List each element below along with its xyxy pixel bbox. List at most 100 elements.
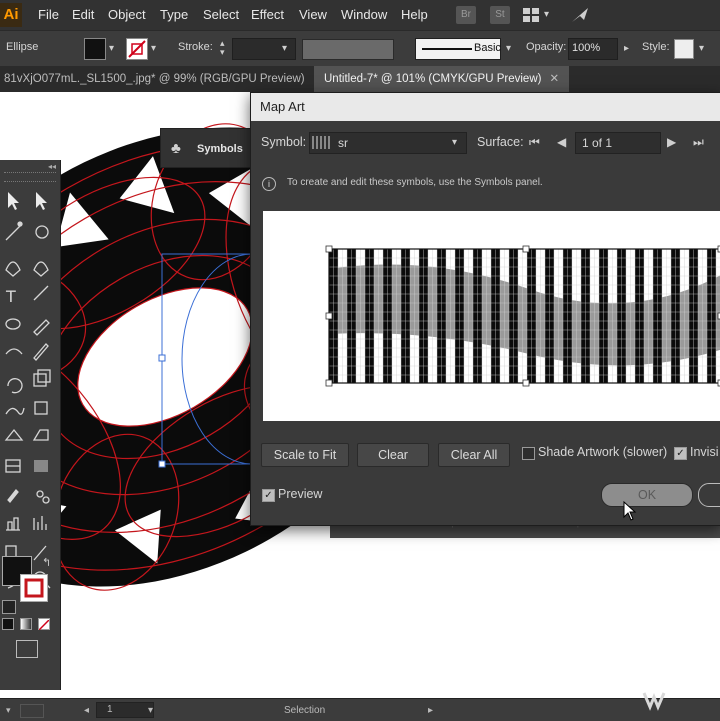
panel-collapse-icon[interactable]: ◂◂ <box>4 162 56 171</box>
chevron-down-icon[interactable]: ▾ <box>282 43 287 54</box>
club-icon: ♣ <box>171 140 181 157</box>
brush-stroke-preview <box>422 48 472 50</box>
info-icon: i <box>262 177 276 191</box>
previous-surface-icon[interactable]: ◀ <box>557 135 566 149</box>
selection-handle[interactable] <box>325 245 333 253</box>
menu-object[interactable]: Object <box>108 0 146 30</box>
selection-handle[interactable] <box>522 245 530 253</box>
surface-label: Surface: <box>477 135 524 149</box>
stroke-dropdown-chevron[interactable]: ▾ <box>151 43 156 54</box>
chevron-down-icon[interactable]: ▾ <box>6 705 11 716</box>
menu-help[interactable]: Help <box>401 0 428 30</box>
brush-label: Basic <box>474 42 501 54</box>
dialog-title[interactable]: Map Art <box>251 93 720 121</box>
menu-edit[interactable]: Edit <box>72 0 94 30</box>
surface-value: 1 of 1 <box>582 136 613 150</box>
info-text: To create and edit these symbols, use th… <box>287 177 543 188</box>
chevron-down-icon[interactable]: ▾ <box>148 705 153 716</box>
selection-handle[interactable] <box>522 379 530 387</box>
clear-all-button[interactable]: Clear All <box>438 443 510 467</box>
opacity-field[interactable]: 100% <box>568 38 618 60</box>
brush-definition[interactable]: Basic <box>415 38 501 60</box>
stock-badge[interactable]: St <box>490 6 510 24</box>
send-rocket-icon[interactable] <box>570 6 590 24</box>
swap-colors-icon[interactable]: ↰ <box>42 556 51 569</box>
shade-artwork-label: Shade Artwork (slower) <box>538 445 668 459</box>
menu-window[interactable]: Window <box>341 0 387 30</box>
symbols-panel-tab[interactable]: ♣ Symbols <box>160 128 254 168</box>
object-type-label: Ellipse <box>6 41 39 53</box>
invisible-geometry-checkbox[interactable]: ✓ <box>674 447 687 460</box>
symbol-label: Symbol: <box>261 135 307 149</box>
stroke-weight-stepper[interactable]: ▴ ▾ <box>220 39 225 57</box>
svg-text:T: T <box>5 287 16 306</box>
zoom-field[interactable] <box>20 704 44 718</box>
symbol-value: sr <box>338 136 348 150</box>
document-tabs: 81vXjO077mL._SL1500_.jpg* @ 99% (RGB/GPU… <box>0 66 720 92</box>
stroke-color-swatch[interactable] <box>20 574 48 602</box>
clear-button[interactable]: Clear <box>357 443 429 467</box>
fill-dropdown-chevron[interactable]: ▾ <box>109 43 114 54</box>
tools-panel: ◂◂ T ↰ <box>0 160 61 690</box>
app-logo: Ai <box>0 3 22 27</box>
mouse-cursor-icon <box>623 500 637 521</box>
next-surface-icon[interactable]: ▶ <box>667 135 676 149</box>
default-colors-icon[interactable] <box>2 600 16 614</box>
none-mode-icon[interactable] <box>38 618 50 631</box>
chevron-down-icon[interactable]: ▾ <box>544 9 549 20</box>
symbols-label: Symbols <box>197 143 243 155</box>
surface-field[interactable]: 1 of 1 <box>575 132 661 154</box>
close-icon[interactable]: ✕ <box>549 73 559 85</box>
menu-view[interactable]: View <box>299 0 327 30</box>
graphic-style-swatch[interactable] <box>674 39 694 59</box>
screen-mode-icon[interactable] <box>16 640 38 658</box>
color-mode-icon[interactable] <box>2 618 14 630</box>
tab-document-jpg[interactable]: 81vXjO077mL._SL1500_.jpg* @ 99% (RGB/GPU… <box>0 66 332 92</box>
control-bar: Ellipse ▾ ▾ Stroke: ▴ ▾ ▾ Basic ▾ Opacity… <box>0 30 720 67</box>
tab-label: 81vXjO077mL._SL1500_.jpg* @ 99% (RGB/GPU… <box>4 73 305 85</box>
menu-bar: Ai File Edit Object Type Select Effect V… <box>0 0 720 30</box>
opacity-label: Opacity: <box>526 41 567 53</box>
variable-width-profile[interactable] <box>302 39 394 60</box>
shade-artwork-checkbox[interactable] <box>522 447 535 460</box>
scale-to-fit-button[interactable]: Scale to Fit <box>261 443 349 467</box>
ok-button[interactable]: OK <box>601 483 693 507</box>
style-label: Style: <box>642 41 670 53</box>
selection-handle[interactable] <box>325 312 333 320</box>
chevron-down-icon: ▾ <box>452 137 458 148</box>
chevron-down-icon[interactable]: ▾ <box>506 43 511 54</box>
panel-grip[interactable] <box>4 172 56 182</box>
opacity-value: 100% <box>572 42 601 54</box>
cancel-button[interactable] <box>698 483 720 507</box>
watermark-logo-icon <box>642 689 666 711</box>
symbol-thumbnail <box>312 136 332 149</box>
preview-checkbox[interactable]: ✓ <box>262 489 275 502</box>
workspace-grid-icon[interactable] <box>523 8 539 22</box>
stroke-swatch[interactable] <box>126 38 148 60</box>
menu-type[interactable]: Type <box>160 0 188 30</box>
previous-artboard-icon[interactable]: ◂ <box>84 705 89 716</box>
bridge-badge[interactable]: Br <box>456 6 476 24</box>
menu-select[interactable]: Select <box>203 0 239 30</box>
surface-map[interactable] <box>263 211 720 421</box>
menu-effect[interactable]: Effect <box>251 0 284 30</box>
chevron-right-icon[interactable]: ▸ <box>624 43 629 54</box>
first-surface-icon[interactable]: ⏮ <box>529 135 540 150</box>
map-art-preview-area[interactable] <box>263 211 720 421</box>
current-tool-label: Selection <box>284 705 326 716</box>
fill-swatch[interactable] <box>84 38 106 60</box>
tab-untitled-7[interactable]: Untitled-7* @ 101% (CMYK/GPU Preview) ✕ <box>314 66 570 92</box>
menu-file[interactable]: File <box>38 0 59 30</box>
chevron-down-icon[interactable]: ▾ <box>699 43 704 54</box>
last-surface-icon[interactable]: ⏭ <box>693 135 704 150</box>
selection-handle[interactable] <box>325 379 333 387</box>
invisible-geometry-label: Invisi <box>690 445 719 459</box>
gradient-mode-icon[interactable] <box>20 618 32 630</box>
status-bar: ▾ ◂ 1 ▾ Selection ▸ <box>0 692 720 721</box>
chevron-right-icon[interactable]: ▸ <box>428 705 433 716</box>
preview-label: Preview <box>278 487 323 501</box>
stroke-label: Stroke: <box>178 41 213 53</box>
symbol-select[interactable]: sr ▾ <box>309 132 467 154</box>
map-art-dialog: Map Art Symbol: sr ▾ Surface: ⏮ ◀ 1 of 1… <box>250 92 720 526</box>
artboard-number-field[interactable]: 1 <box>96 702 154 718</box>
